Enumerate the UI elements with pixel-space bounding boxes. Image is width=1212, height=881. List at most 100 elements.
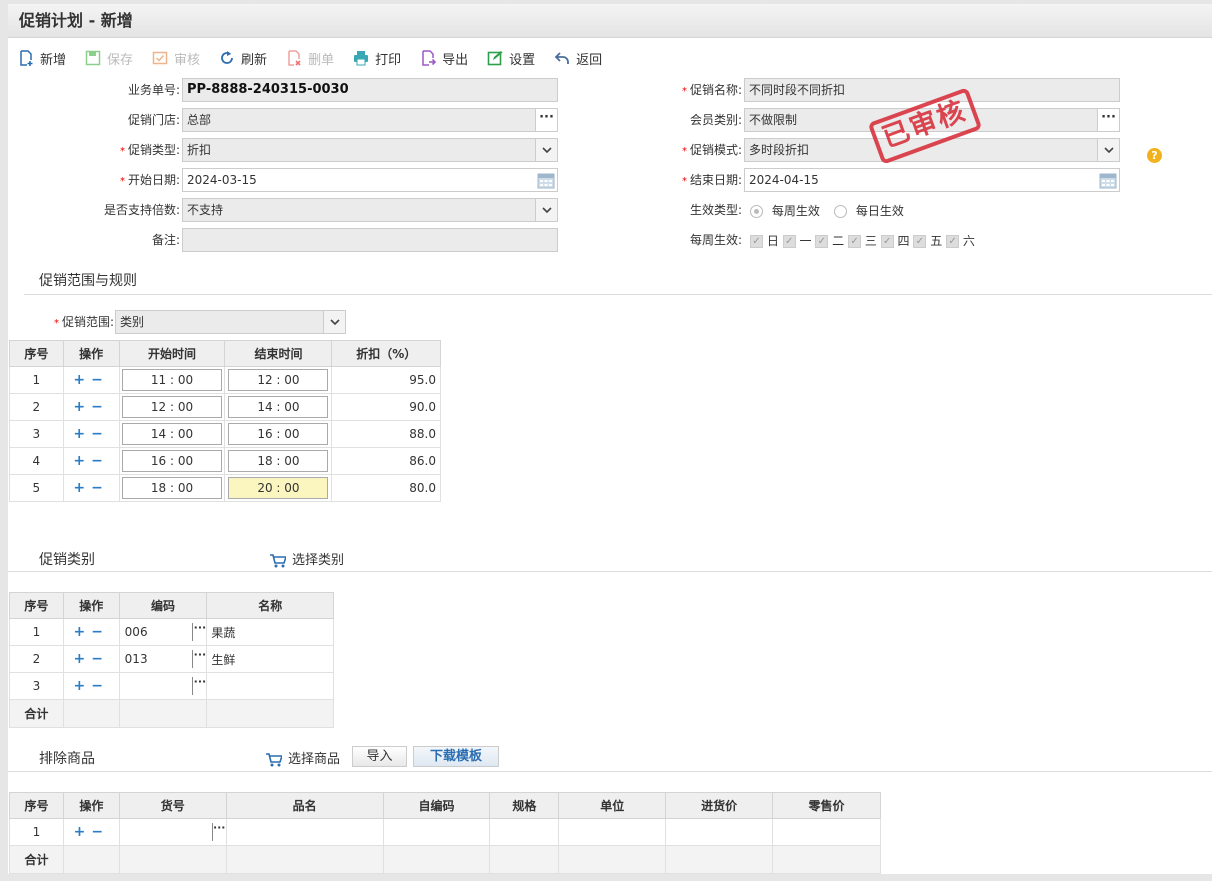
multiple-label: 是否支持倍数: (103, 203, 180, 217)
discount-cell[interactable]: 80.0 (331, 474, 441, 502)
total-row: 合计 (9, 845, 881, 874)
start-time-input[interactable]: 18 : 00 (121, 477, 222, 499)
select-product-button[interactable]: 选择商品 (266, 748, 340, 767)
col-header: 零售价 (772, 792, 881, 819)
end-time-input[interactable]: 14 : 00 (228, 396, 329, 418)
promo-name-field[interactable]: 不同时段不同折扣 (744, 78, 1120, 102)
store-picker-button[interactable]: ··· (535, 109, 557, 131)
exclude-section-title: 排除商品 (39, 751, 95, 767)
remove-row-icon: − (91, 624, 109, 640)
weekday-tue[interactable]: ✓ 二 (815, 234, 844, 248)
save-button[interactable]: 保存 (85, 49, 133, 68)
weekday-fri[interactable]: ✓ 五 (913, 234, 942, 248)
page-title: 促销计划 - 新增 (8, 4, 1212, 38)
radio-selected-icon (750, 205, 763, 218)
row-actions[interactable]: +− (62, 672, 120, 700)
start-time-input[interactable]: 11 : 00 (121, 369, 222, 391)
add-row-icon: + (73, 453, 92, 469)
table-row: 2 +− 12 : 00 14 : 00 90.0 (9, 393, 441, 421)
weekday-wed[interactable]: ✓ 三 (848, 234, 877, 248)
start-time-input[interactable]: 12 : 00 (121, 396, 222, 418)
end-time-input[interactable]: 20 : 00 (228, 477, 329, 499)
calendar-icon[interactable] (1099, 171, 1117, 189)
multiple-select[interactable]: 不支持 (182, 198, 558, 222)
member-picker-button[interactable]: ··· (1097, 109, 1119, 131)
start-date-field[interactable]: 2024-03-15 (182, 168, 558, 192)
start-time-input[interactable]: 14 : 00 (121, 423, 222, 445)
audit-button[interactable]: 审核 (152, 49, 200, 68)
end-date-field[interactable]: 2024-04-15 (744, 168, 1120, 192)
chevron-down-icon[interactable] (535, 199, 557, 221)
start-time-input[interactable]: 16 : 00 (121, 450, 222, 472)
table-row: 3 +− ··· (9, 672, 334, 700)
audit-icon (152, 51, 168, 65)
col-header: 序号 (9, 340, 64, 367)
settings-label: 设置 (509, 52, 536, 68)
row-actions[interactable]: +− (62, 393, 120, 421)
export-button[interactable]: 导出 (420, 49, 468, 68)
row-actions[interactable]: +− (62, 618, 120, 646)
promo-mode-label: * 促销模式: (681, 143, 742, 157)
weekday-thu[interactable]: ✓ 四 (880, 234, 910, 248)
col-header: 货号 (118, 792, 227, 819)
scope-value: 类别 (120, 315, 145, 329)
promo-type-select[interactable]: 折扣 (182, 138, 558, 162)
row-actions[interactable]: +− (62, 474, 120, 502)
calendar-icon[interactable] (537, 171, 555, 189)
discount-cell[interactable]: 90.0 (331, 393, 441, 421)
code-cell[interactable]: ··· (118, 672, 208, 700)
weekday-mon[interactable]: ✓ 一 (782, 234, 812, 248)
import-button[interactable]: 导入 (352, 746, 407, 767)
store-value: 总部 (187, 113, 212, 127)
print-button[interactable]: 打印 (353, 49, 401, 68)
remark-field[interactable] (182, 228, 558, 252)
select-category-button[interactable]: 选择类别 (270, 549, 344, 568)
store-label: 促销门店: (127, 113, 180, 127)
export-doc-icon (422, 50, 437, 66)
sku-cell[interactable]: ··· (118, 818, 227, 846)
promo-mode-value: 多时段折扣 (749, 143, 810, 157)
end-time-input[interactable]: 12 : 00 (228, 369, 329, 391)
order-no-field: PP-8888-240315-0030 (182, 78, 558, 102)
discount-cell[interactable]: 95.0 (331, 366, 441, 394)
checkbox-icon: ✓ (880, 235, 894, 248)
add-button[interactable]: 新增 (18, 49, 66, 68)
weekday-sat[interactable]: ✓ 六 (946, 234, 975, 248)
remark-label: 备注: (151, 233, 180, 247)
row-actions[interactable]: +− (62, 645, 120, 673)
row-actions[interactable]: +− (62, 447, 120, 475)
promo-type-value: 折扣 (187, 143, 212, 157)
back-button[interactable]: 返回 (554, 49, 602, 68)
remove-row-icon: − (91, 399, 109, 415)
edit-settings-icon (487, 51, 503, 66)
store-field[interactable]: 总部 ··· (182, 108, 558, 132)
col-header: 规格 (489, 792, 560, 819)
delete-button[interactable]: 删单 (286, 49, 334, 68)
chevron-down-icon[interactable] (323, 311, 345, 333)
chevron-down-icon[interactable] (535, 139, 557, 161)
effect-daily-radio[interactable]: 每日生效 (834, 200, 904, 222)
scope-select[interactable]: 类别 (115, 310, 346, 334)
effect-weekly-radio[interactable]: 每周生效 (750, 200, 820, 222)
chevron-down-icon[interactable] (1097, 139, 1119, 161)
col-header: 自编码 (382, 792, 491, 819)
col-header: 结束时间 (224, 340, 333, 367)
row-actions[interactable]: +− (62, 420, 120, 448)
row-actions[interactable]: +− (62, 366, 120, 394)
rules-table: 序号 操作 开始时间 结束时间 折扣（%） 1 +− 11 : 00 12 : … (9, 340, 441, 502)
discount-cell[interactable]: 86.0 (331, 447, 441, 475)
download-template-button[interactable]: 下载模板 (413, 746, 499, 767)
help-icon[interactable]: ? (1147, 148, 1162, 163)
code-cell[interactable]: 006 ··· (118, 618, 208, 646)
col-header: 折扣（%） (331, 340, 441, 367)
row-actions[interactable]: +− (62, 818, 120, 846)
end-time-input[interactable]: 16 : 00 (228, 423, 329, 445)
end-time-input[interactable]: 18 : 00 (228, 450, 329, 472)
remove-row-icon: − (91, 372, 109, 388)
code-cell[interactable]: 013 ··· (118, 645, 208, 673)
discount-cell[interactable]: 88.0 (331, 420, 441, 448)
refresh-button[interactable]: 刷新 (219, 49, 267, 68)
weekday-sun[interactable]: ✓ 日 (750, 234, 779, 248)
remove-row-icon: − (91, 453, 109, 469)
settings-button[interactable]: 设置 (487, 49, 535, 68)
